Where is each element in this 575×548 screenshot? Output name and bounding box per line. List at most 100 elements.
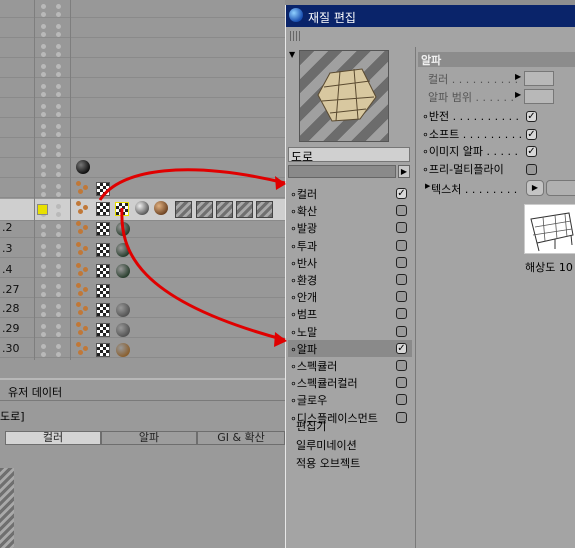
object-row-label[interactable]: .2 xyxy=(2,221,13,234)
material-selector[interactable] xyxy=(288,165,396,178)
channel-checkbox[interactable] xyxy=(396,256,407,268)
phong-tag-icon[interactable] xyxy=(76,263,90,277)
visibility-dot-icon[interactable] xyxy=(41,332,46,337)
texture-tag-icon[interactable] xyxy=(96,182,110,196)
grip-icon[interactable] xyxy=(290,31,302,41)
visibility-dot-icon[interactable] xyxy=(56,152,61,157)
material-tag-icon[interactable] xyxy=(135,201,149,215)
visibility-dot-icon[interactable] xyxy=(41,72,46,77)
channel-row[interactable]: ∘글로우 xyxy=(288,391,412,408)
material-tag-icon[interactable] xyxy=(154,201,168,215)
visibility-dot-icon[interactable] xyxy=(56,324,61,329)
visibility-dot-icon[interactable] xyxy=(41,324,46,329)
layer-color-tag[interactable] xyxy=(37,204,48,215)
visibility-dot-icon[interactable] xyxy=(56,64,61,69)
visibility-dot-icon[interactable] xyxy=(41,352,46,357)
tab-alpha[interactable]: 알파 xyxy=(101,431,197,445)
alpha-range-field[interactable] xyxy=(524,89,554,104)
alpha-option-row[interactable]: ∘이미지 알파 . . . . . ✓ xyxy=(422,143,572,160)
visibility-dot-icon[interactable] xyxy=(56,84,61,89)
channel-row[interactable]: ∘컬러 ✓ xyxy=(288,185,412,202)
texture-tag-icon[interactable] xyxy=(96,202,110,216)
channel-row[interactable]: ∘안개 xyxy=(288,288,412,305)
channel-checkbox[interactable]: ✓ xyxy=(396,188,407,199)
channel-checkbox[interactable] xyxy=(396,308,407,320)
texture-expand-icon[interactable]: ▶ xyxy=(425,182,430,190)
channel-checkbox[interactable] xyxy=(396,205,407,217)
visibility-dot-icon[interactable] xyxy=(41,272,46,277)
channel-row[interactable]: ∘스펙큘러 xyxy=(288,357,412,374)
texture-tag-icon[interactable] xyxy=(96,303,110,317)
visibility-dot-icon[interactable] xyxy=(56,32,61,37)
visibility-dot-icon[interactable] xyxy=(56,332,61,337)
channel-checkbox[interactable] xyxy=(396,377,407,389)
channel-checkbox[interactable] xyxy=(396,291,407,303)
material-tag-icon[interactable] xyxy=(116,323,130,337)
object-row-label[interactable]: .29 xyxy=(2,322,20,335)
visibility-dot-icon[interactable] xyxy=(56,44,61,49)
alpha-option-row[interactable]: ∘프리-멀티플라이 xyxy=(422,161,572,178)
visibility-dot-icon[interactable] xyxy=(56,244,61,249)
channel-row[interactable]: ∘스펙큘러컬러 xyxy=(288,374,412,391)
visibility-dot-icon[interactable] xyxy=(56,124,61,129)
visibility-dot-icon[interactable] xyxy=(56,4,61,9)
phong-tag-icon[interactable] xyxy=(76,221,90,235)
phong-tag-icon[interactable] xyxy=(76,283,90,297)
visibility-dot-icon[interactable] xyxy=(41,164,46,169)
visibility-dot-icon[interactable] xyxy=(41,52,46,57)
visibility-dot-icon[interactable] xyxy=(41,124,46,129)
visibility-dot-icon[interactable] xyxy=(56,232,61,237)
visibility-dot-icon[interactable] xyxy=(56,72,61,77)
visibility-dot-icon[interactable] xyxy=(41,192,46,197)
visibility-dot-icon[interactable] xyxy=(56,304,61,309)
texture-tag-icon[interactable] xyxy=(175,201,192,218)
material-tag-icon[interactable] xyxy=(76,160,90,174)
visibility-dot-icon[interactable] xyxy=(41,132,46,137)
tab-gi-diffuse[interactable]: GI & 확산 xyxy=(197,431,285,445)
material-name-field[interactable]: 도로 xyxy=(288,147,410,164)
visibility-dot-icon[interactable] xyxy=(41,264,46,269)
visibility-dot-icon[interactable] xyxy=(41,104,46,109)
object-row-label[interactable]: .3 xyxy=(2,242,13,255)
visibility-dot-icon[interactable] xyxy=(56,132,61,137)
visibility-dot-icon[interactable] xyxy=(41,184,46,189)
visibility-dot-icon[interactable] xyxy=(56,212,61,217)
visibility-dot-icon[interactable] xyxy=(41,244,46,249)
visibility-dot-icon[interactable] xyxy=(56,164,61,169)
visibility-dot-icon[interactable] xyxy=(41,224,46,229)
visibility-dot-icon[interactable] xyxy=(41,4,46,9)
channel-editor[interactable]: 편집기 xyxy=(296,418,326,434)
phong-tag-icon[interactable] xyxy=(76,322,90,336)
alpha-option-row[interactable]: ∘소프트 . . . . . . . . . ✓ xyxy=(422,126,572,143)
visibility-dot-icon[interactable] xyxy=(56,52,61,57)
visibility-dot-icon[interactable] xyxy=(56,144,61,149)
texture-tag-icon[interactable] xyxy=(196,201,213,218)
visibility-dot-icon[interactable] xyxy=(41,232,46,237)
channel-row[interactable]: ∘범프 xyxy=(288,305,412,322)
texture-tag-icon[interactable] xyxy=(96,343,110,357)
texture-tag-icon[interactable] xyxy=(96,284,110,298)
visibility-dot-icon[interactable] xyxy=(41,252,46,257)
visibility-dot-icon[interactable] xyxy=(56,104,61,109)
visibility-dot-icon[interactable] xyxy=(56,92,61,97)
texture-tag-icon[interactable] xyxy=(96,243,110,257)
channel-checkbox[interactable] xyxy=(396,360,407,371)
visibility-dot-icon[interactable] xyxy=(56,352,61,357)
channel-row[interactable]: ∘발광 xyxy=(288,219,412,236)
visibility-dot-icon[interactable] xyxy=(41,304,46,309)
channel-row[interactable]: ∘반사 xyxy=(288,254,412,271)
channel-checkbox[interactable]: ✓ xyxy=(396,342,407,354)
alpha-option-checkbox[interactable] xyxy=(526,163,537,175)
channel-illumination[interactable]: 일루미네이션 xyxy=(296,437,357,453)
texture-tag-icon[interactable] xyxy=(236,201,253,218)
tab-color[interactable]: 컬러 xyxy=(5,431,101,445)
material-preview[interactable] xyxy=(299,50,389,142)
visibility-dot-icon[interactable] xyxy=(56,264,61,269)
channel-checkbox[interactable] xyxy=(396,325,407,337)
alpha-option-checkbox[interactable]: ✓ xyxy=(526,146,537,157)
play-arrow-icon[interactable]: ▶ xyxy=(398,165,410,178)
expand-arrow-icon[interactable]: ▶ xyxy=(515,72,521,81)
phong-tag-icon[interactable] xyxy=(76,181,90,195)
material-tag-icon[interactable] xyxy=(116,303,130,317)
visibility-dot-icon[interactable] xyxy=(56,312,61,317)
